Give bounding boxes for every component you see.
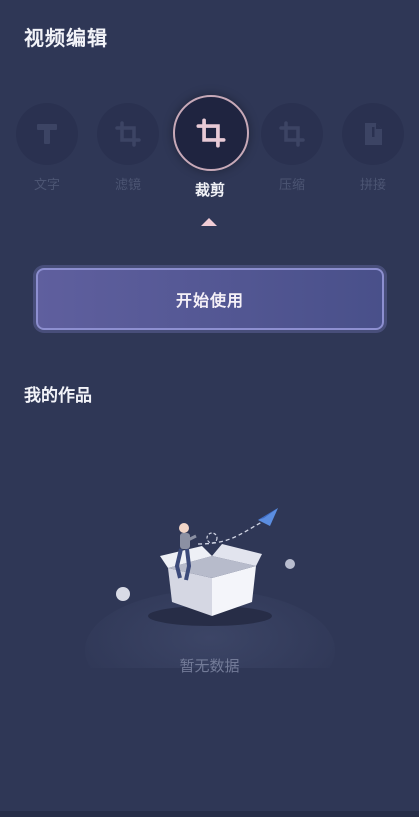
file-icon bbox=[365, 123, 382, 145]
tool-filter-button[interactable] bbox=[97, 103, 159, 165]
text-icon bbox=[37, 124, 57, 144]
page-title: 视频编辑 bbox=[24, 26, 108, 50]
start-button[interactable]: 开始使用 bbox=[36, 268, 384, 330]
active-indicator-caret bbox=[201, 218, 217, 226]
tool-crop-button[interactable] bbox=[173, 95, 249, 171]
tool-compress-label: 压缩 bbox=[278, 178, 305, 193]
tool-filter-label: 滤镜 bbox=[114, 178, 141, 193]
tool-merge-label: 拼接 bbox=[359, 178, 386, 193]
tool-crop-label: 裁剪 bbox=[194, 181, 225, 199]
tool-text-label: 文字 bbox=[33, 178, 60, 193]
empty-box-illustration bbox=[85, 508, 335, 668]
empty-state-text: 暂无数据 bbox=[179, 657, 240, 675]
crop-icon bbox=[196, 118, 226, 148]
bottom-bar bbox=[0, 811, 419, 817]
crop-icon bbox=[115, 121, 141, 147]
my-works-title: 我的作品 bbox=[24, 386, 92, 406]
tool-text-button[interactable] bbox=[16, 103, 78, 165]
crop-icon bbox=[279, 121, 305, 147]
tool-compress-button[interactable] bbox=[261, 103, 323, 165]
tool-merge-button[interactable] bbox=[342, 103, 404, 165]
